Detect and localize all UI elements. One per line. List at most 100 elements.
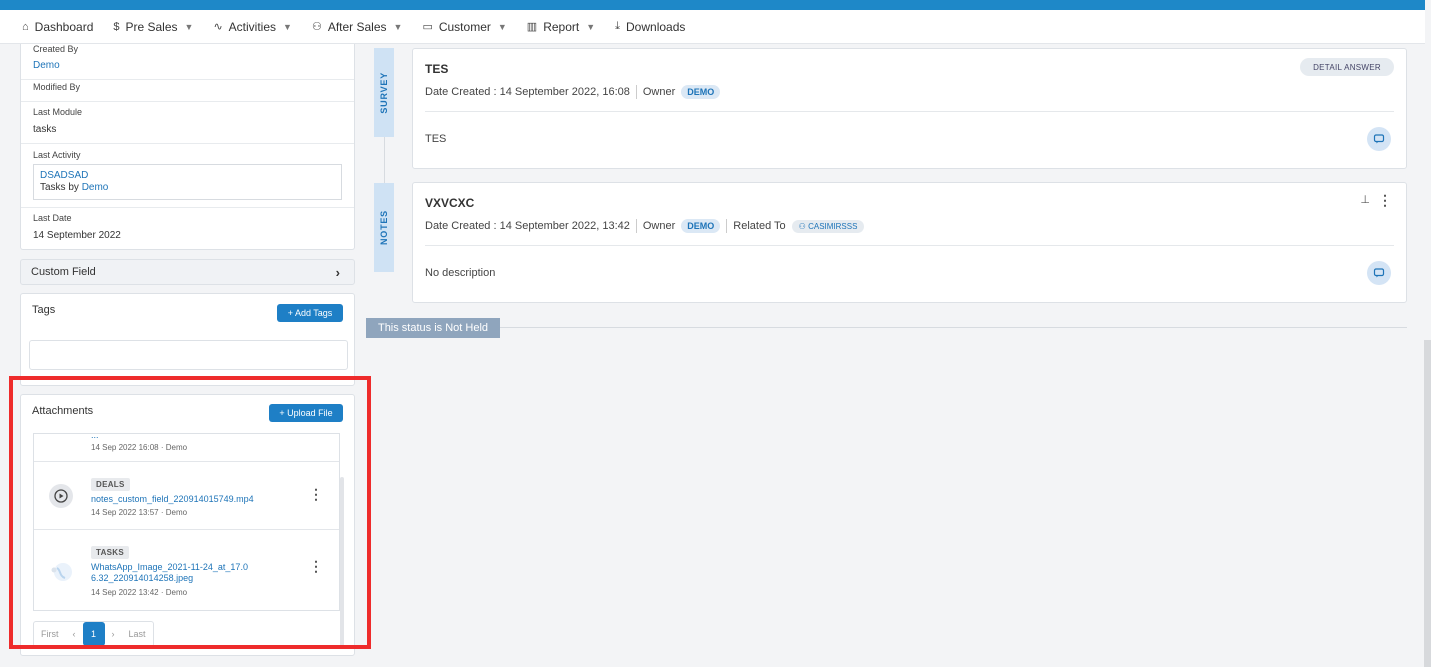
nav-label: Report [543,19,580,34]
attachment-item[interactable]: ... 14 Sep 2022 16:08 · Demo [34,434,339,462]
comment-icon[interactable] [1367,261,1391,285]
last-module-row: Last Module tasks [21,102,354,144]
pager-prev[interactable]: ‹ [66,629,83,639]
notes-tab-label: NOTES [379,209,389,245]
owner-chip: DEMO [681,85,721,99]
survey-card: TES DETAIL ANSWER Date Created : 14 Sept… [412,48,1407,169]
modified-by-row: Modified By [21,80,354,102]
survey-description: TES [425,133,447,145]
upload-file-button[interactable]: + Upload File [269,404,343,422]
last-date-row: Last Date 14 September 2022 [21,208,354,250]
chevron-down-icon: ▼ [393,21,403,32]
nav-label: Customer [438,19,491,34]
custom-field-toggle[interactable]: Custom Field › [20,259,355,285]
pager-page-1[interactable]: 1 [82,622,105,646]
last-activity-prefix: Tasks by [40,182,79,193]
nav-after-sales[interactable]: ⚇ After Sales ▼ [312,20,403,34]
attachments-scrollbar[interactable] [340,477,344,647]
pagination: First ‹ 1 › Last [33,621,154,647]
nav-label: Pre Sales [125,19,178,34]
page-scrollbar[interactable] [1424,340,1431,667]
attachment-meta: 14 Sep 2022 13:42 · Demo [91,588,188,597]
last-activity-user[interactable]: Demo [82,182,109,193]
comment-icon[interactable] [1367,127,1391,151]
nav-label: Dashboard [34,19,94,34]
status-divider [500,327,1407,328]
nav-label: After Sales [327,19,387,34]
last-activity-title[interactable]: DSADSAD [40,170,335,182]
tags-input[interactable] [29,340,348,370]
card-divider [425,111,1394,112]
chevron-down-icon: ▼ [184,21,194,32]
module-badge: TASKS [91,546,130,559]
nav-customer[interactable]: ▭ Customer ▼ [422,20,506,34]
related-chip[interactable]: ⚇ CASIMIRSSS [791,219,865,233]
survey-meta: Date Created : 14 September 2022, 16:08 … [425,85,721,99]
timeline-connector [384,137,385,183]
pager-next[interactable]: › [105,629,122,639]
modified-by-label: Modified By [33,82,81,92]
attachments-title: Attachments [32,405,94,417]
notes-description: No description [425,267,496,279]
tags-panel: Tags + Add Tags [20,293,355,386]
last-date-value: 14 September 2022 [33,230,121,241]
home-icon: ⌂ [22,20,29,33]
notes-card: VXVCXC ⊥ ⋮ Date Created : 14 September 2… [412,182,1407,303]
related-to-label: Related To [733,220,786,232]
last-activity-box: DSADSAD Tasks by Demo [33,164,342,200]
main-nav: ⌂ Dashboard $ Pre Sales ▼ ∿ Activities ▼… [0,10,1425,44]
nav-downloads[interactable]: ⤓ Downloads [615,20,685,34]
date-created-label: Date Created : [425,220,497,232]
attachment-filename[interactable]: notes_custom_field_220914015749.mp4 [91,494,254,505]
bar-chart-icon: ▥ [526,21,538,33]
notes-title: VXVCXC [425,196,475,210]
detail-answer-button[interactable]: DETAIL ANSWER [1300,58,1394,76]
add-tags-button[interactable]: + Add Tags [277,304,343,322]
owner-chip: DEMO [681,219,721,233]
attachment-filename[interactable]: ... [91,434,339,441]
attachment-meta: 14 Sep 2022 13:57 · Demo [91,508,188,517]
video-play-icon [49,484,73,508]
user-icon: ⚇ [798,221,806,231]
chevron-right-icon: › [335,264,340,280]
activity-icon: ∿ [213,21,223,33]
nav-dashboard[interactable]: ⌂ Dashboard [22,20,93,34]
last-activity-label: Last Activity [33,150,81,160]
attachments-panel: Attachments + Upload File ... 14 Sep 202… [20,394,355,656]
attachment-meta: 14 Sep 2022 16:08 · Demo [91,443,188,452]
tags-title: Tags [32,304,56,316]
created-by-link[interactable]: Demo [33,60,342,71]
last-activity-row: Last Activity DSADSAD Tasks by Demo [21,144,354,208]
nav-activities[interactable]: ∿ Activities ▼ [213,20,291,34]
owner-label: Owner [642,220,676,232]
chevron-down-icon: ▼ [283,21,292,32]
last-date-label: Last Date [33,213,72,223]
custom-field-label: Custom Field [31,266,96,278]
survey-tab-label: SURVEY [379,71,389,114]
pager-last[interactable]: Last [122,629,153,639]
pin-icon[interactable]: ⊥ [1360,193,1370,206]
date-created-value: 14 September 2022, 16:08 [499,86,630,98]
date-created-value: 14 September 2022, 13:42 [499,220,630,232]
more-options-icon[interactable]: ⋮ [309,558,323,575]
meta-separator [726,219,728,233]
folder-icon: ▭ [422,21,433,33]
users-icon: ⚇ [311,21,322,33]
nav-report[interactable]: ▥ Report ▼ [527,20,595,34]
last-module-label: Last Module [33,107,83,117]
pager-first[interactable]: First [34,629,66,639]
date-created-label: Date Created : [425,86,497,98]
download-icon: ⤓ [615,20,621,32]
attachment-item[interactable]: TASKS WhatsApp_Image_2021-11-24_at_17.06… [34,530,339,610]
nav-pre-sales[interactable]: $ Pre Sales ▼ [113,20,193,34]
more-options-icon[interactable]: ⋮ [309,486,323,503]
meta-separator [635,85,637,99]
more-options-icon[interactable]: ⋮ [1378,192,1392,209]
module-badge: DEALS [91,478,130,491]
owner-label: Owner [642,86,676,98]
related-value: CASIMIRSSS [808,221,858,231]
status-label: This status is Not Held [366,318,500,338]
last-module-value: tasks [33,124,57,135]
attachment-item[interactable]: DEALS notes_custom_field_220914015749.mp… [34,462,339,530]
attachment-filename[interactable]: WhatsApp_Image_2021-11-24_at_17.06.32_22… [91,562,251,584]
